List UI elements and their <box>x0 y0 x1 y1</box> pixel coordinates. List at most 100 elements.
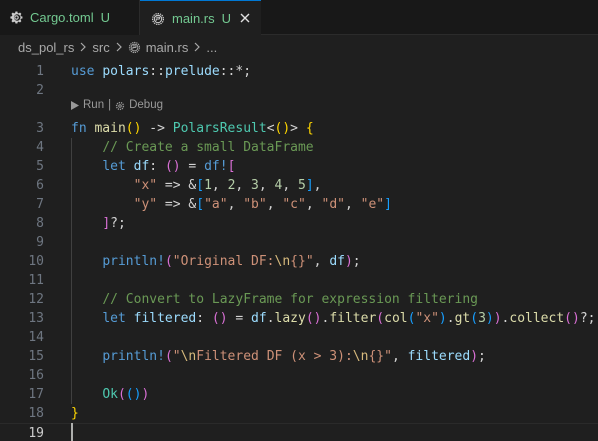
breadcrumb-item-folder[interactable]: ds_pol_rs <box>18 40 74 55</box>
chevron-right-icon <box>193 40 201 55</box>
code-text: fn main() -> PolarsResult<()> { <box>71 119 314 138</box>
code-token: , <box>305 197 322 212</box>
code-token: -> <box>141 121 173 136</box>
line-number: 2 <box>36 83 44 98</box>
line-number: 17 <box>28 387 44 402</box>
code-text: } <box>71 404 79 423</box>
chevron-right-icon <box>115 40 123 55</box>
code-line[interactable]: 14 <box>0 328 598 347</box>
code-token: use <box>71 64 95 79</box>
code-token: () <box>274 121 291 136</box>
untracked-badge: U <box>221 11 232 26</box>
code-token: ?; <box>110 216 126 231</box>
code-token: > <box>290 121 306 136</box>
play-icon <box>71 101 79 110</box>
code-token: main <box>94 121 126 136</box>
code-token: let <box>102 159 126 174</box>
line-number: 6 <box>36 178 44 193</box>
code-line[interactable]: 7 "y" => &["a", "b", "c", "d", "e"] <box>0 195 598 214</box>
code-text: "y" => &["a", "b", "c", "d", "e"] <box>71 195 392 214</box>
breadcrumb-item-symbol[interactable]: ... <box>206 40 217 55</box>
code-editor[interactable]: Run | Debug 1 use polars::prelude::*; 2 3 fn… <box>0 58 598 441</box>
line-number: 5 <box>36 159 44 174</box>
breadcrumb-item-src[interactable]: src <box>92 40 109 55</box>
code-token: () <box>211 311 228 326</box>
code-token: , <box>211 178 228 193</box>
code-text: // Create a small DataFrame <box>71 138 314 157</box>
tab-cargo-toml[interactable]: Cargo.toml U <box>0 0 140 35</box>
code-line[interactable]: 15 println!("\nFiltered DF (x > 3):\n{}"… <box>0 347 598 366</box>
code-token: 3 <box>251 178 259 193</box>
code-token: 3 <box>478 311 486 326</box>
code-line[interactable]: 6 "x" => &[1, 2, 3, 4, 5], <box>0 176 598 195</box>
code-text: println!("\nFiltered DF (x > 3):\n{}", f… <box>71 347 486 366</box>
code-text: println!("Original DF:\n{}", df); <box>71 252 360 271</box>
code-line[interactable]: 4 // Create a small DataFrame <box>0 138 598 157</box>
line-number: 1 <box>36 64 44 79</box>
breadcrumb-item-file[interactable]: main.rs <box>146 40 189 55</box>
tab-main-rs[interactable]: main.rs U <box>140 0 261 36</box>
line-number: 13 <box>28 311 44 326</box>
code-token: ::*; <box>219 64 252 79</box>
code-line[interactable]: 17 Ok(()) <box>0 385 598 404</box>
code-line[interactable]: 16 <box>0 366 598 385</box>
code-token: \n <box>180 349 197 364</box>
code-text: // Convert to LazyFrame for expression f… <box>71 290 478 309</box>
code-token: "x" <box>133 178 158 193</box>
code-text: let df: () = df![ <box>71 157 235 176</box>
code-token: : <box>149 159 165 174</box>
code-token: filtered <box>407 349 471 364</box>
tab-label: main.rs <box>172 11 215 26</box>
code-text: "x" => &[1, 2, 3, 4, 5], <box>71 176 322 195</box>
gear-icon <box>8 10 24 26</box>
code-line[interactable]: 2 <box>0 81 598 100</box>
close-icon[interactable] <box>237 10 253 26</box>
code-token: // Create a small DataFrame <box>102 140 314 155</box>
code-line[interactable]: 19 <box>0 423 598 441</box>
code-token: "y" <box>133 197 158 212</box>
code-token: , <box>282 178 299 193</box>
code-token: filter <box>329 311 377 326</box>
code-token: ( <box>376 311 385 326</box>
code-token: [ <box>227 159 236 174</box>
code-token: "b" <box>243 197 267 212</box>
code-line[interactable]: 11 <box>0 271 598 290</box>
code-token: polars <box>102 64 150 79</box>
line-number: 12 <box>28 292 44 307</box>
code-token: ) <box>438 311 447 326</box>
code-line[interactable]: 13 let filtered: () = df.lazy().filter(c… <box>0 309 598 328</box>
code-line[interactable]: 10 println!("Original DF:\n{}", df); <box>0 252 598 271</box>
line-number: 3 <box>36 121 44 136</box>
code-token: "c" <box>282 197 306 212</box>
code-token: println! <box>102 254 165 269</box>
code-text: Ok(()) <box>71 385 149 404</box>
code-token: "e" <box>360 197 385 212</box>
code-token: "x" <box>415 311 439 326</box>
code-line[interactable]: 5 let df: () = df![ <box>0 157 598 176</box>
code-line[interactable]: 18} <box>0 404 598 423</box>
code-token: , <box>344 197 361 212</box>
breadcrumb: ds_pol_rs src main.rs ... <box>0 36 598 58</box>
code-token: col <box>384 311 408 326</box>
code-line[interactable]: 9 <box>0 233 598 252</box>
code-token: ( <box>164 254 173 269</box>
code-line[interactable]: 3 fn main() -> PolarsResult<()> { <box>0 119 598 138</box>
code-token: , <box>313 178 322 193</box>
code-token: , <box>227 197 244 212</box>
code-line[interactable]: 8 ]?; <box>0 214 598 233</box>
code-token: ( <box>164 349 173 364</box>
code-token: ) <box>344 254 353 269</box>
code-token: () <box>125 387 142 402</box>
code-token: "a" <box>204 197 228 212</box>
code-token: gt <box>454 311 471 326</box>
untracked-badge: U <box>100 10 110 25</box>
code-line[interactable]: 12 // Convert to LazyFrame for expressio… <box>0 290 598 309</box>
code-token: , <box>235 178 252 193</box>
code-token: ] <box>102 216 111 231</box>
code-line[interactable]: 1 use polars::prelude::*; <box>0 62 598 81</box>
code-token: \n <box>352 349 369 364</box>
